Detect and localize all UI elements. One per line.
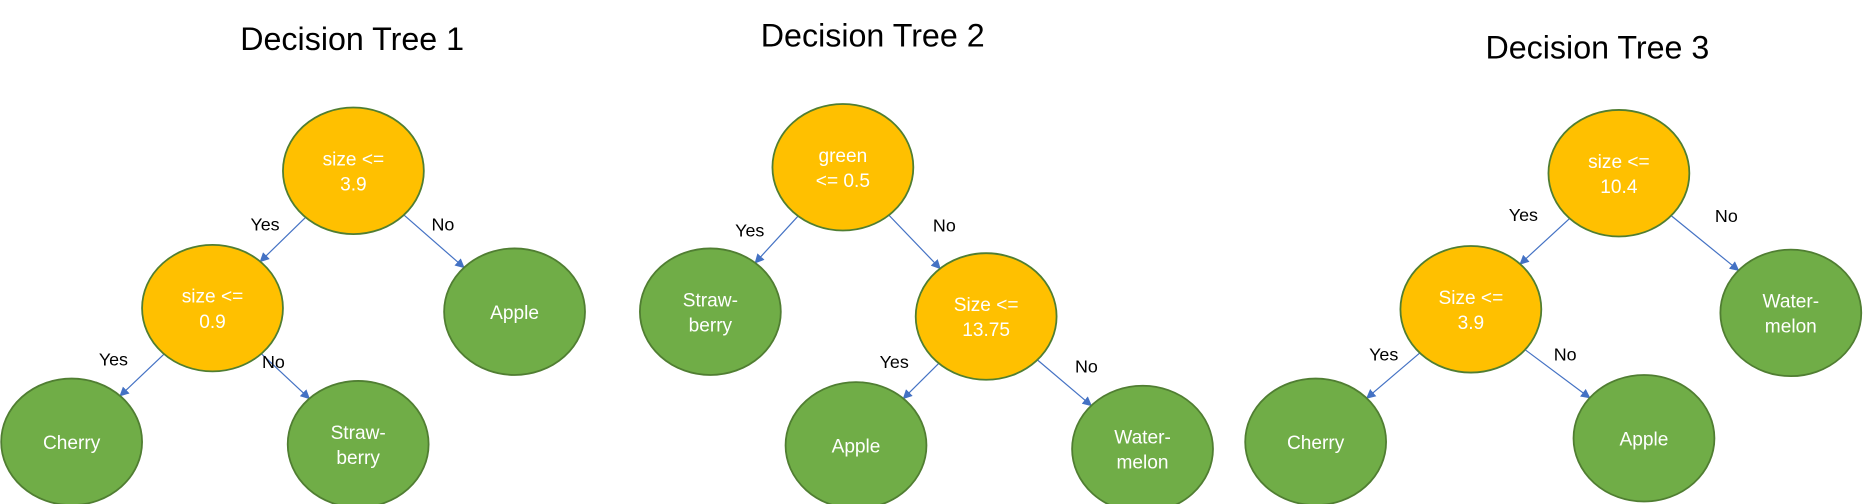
edge-label-yes: Yes xyxy=(250,215,279,235)
node-label: Cherry xyxy=(1287,433,1345,454)
node-label: melon xyxy=(1117,453,1169,474)
decision-node xyxy=(914,252,1058,381)
decision-node xyxy=(771,103,915,232)
tree-title: Decision Tree 1 xyxy=(240,21,464,57)
edge-label-yes: Yes xyxy=(735,220,764,240)
leaf-node xyxy=(639,247,782,376)
edge-label-no: No xyxy=(431,215,454,235)
node-label: melon xyxy=(1765,317,1817,338)
node-label: Water- xyxy=(1114,428,1171,449)
leaf-node xyxy=(1719,248,1863,378)
edge-label-no: No xyxy=(1554,345,1577,365)
tree-title: Decision Tree 3 xyxy=(1485,30,1709,66)
node-label: Size <= xyxy=(954,295,1019,316)
edge-label-no: No xyxy=(262,352,285,372)
decision-node xyxy=(1399,245,1543,374)
node-label: 3.9 xyxy=(1458,313,1485,334)
edge-label-yes: Yes xyxy=(1369,345,1398,365)
node-label: Apple xyxy=(832,437,881,458)
edge-label-yes: Yes xyxy=(1509,205,1538,225)
decision-node xyxy=(282,106,425,235)
node-label: Straw- xyxy=(683,290,738,311)
node-label: green xyxy=(818,146,867,167)
edge-label-yes: Yes xyxy=(99,349,128,369)
node-label: Apple xyxy=(490,303,539,324)
node-label: Straw- xyxy=(331,423,386,444)
node-label: 13.75 xyxy=(962,320,1010,341)
decision-node xyxy=(1547,109,1691,238)
tree-title: Decision Tree 2 xyxy=(761,18,985,54)
node-label: 0.9 xyxy=(199,312,226,333)
edge-arrow xyxy=(1519,218,1571,265)
edge-label-no: No xyxy=(1715,206,1738,226)
node-label: Apple xyxy=(1620,429,1669,450)
edge-label-no: No xyxy=(933,216,956,236)
node-label: 3.9 xyxy=(340,175,367,196)
edge-label-no: No xyxy=(1075,357,1098,377)
node-label: size <= xyxy=(182,287,244,308)
node-label: Water- xyxy=(1763,292,1820,313)
node-label: Cherry xyxy=(43,433,101,454)
edge-label-yes: Yes xyxy=(880,352,909,372)
node-label: berry xyxy=(336,448,380,469)
node-label: Size <= xyxy=(1438,288,1503,309)
decision-trees-diagram: Decision Tree 1 Yes No Yes No size <= 3.9 size … xyxy=(0,18,1863,504)
node-label: 10.4 xyxy=(1600,177,1638,198)
node-label: berry xyxy=(689,315,733,336)
node-label: size <= xyxy=(323,149,385,170)
node-label: <= 0.5 xyxy=(816,171,870,192)
node-label: size <= xyxy=(1588,152,1650,173)
